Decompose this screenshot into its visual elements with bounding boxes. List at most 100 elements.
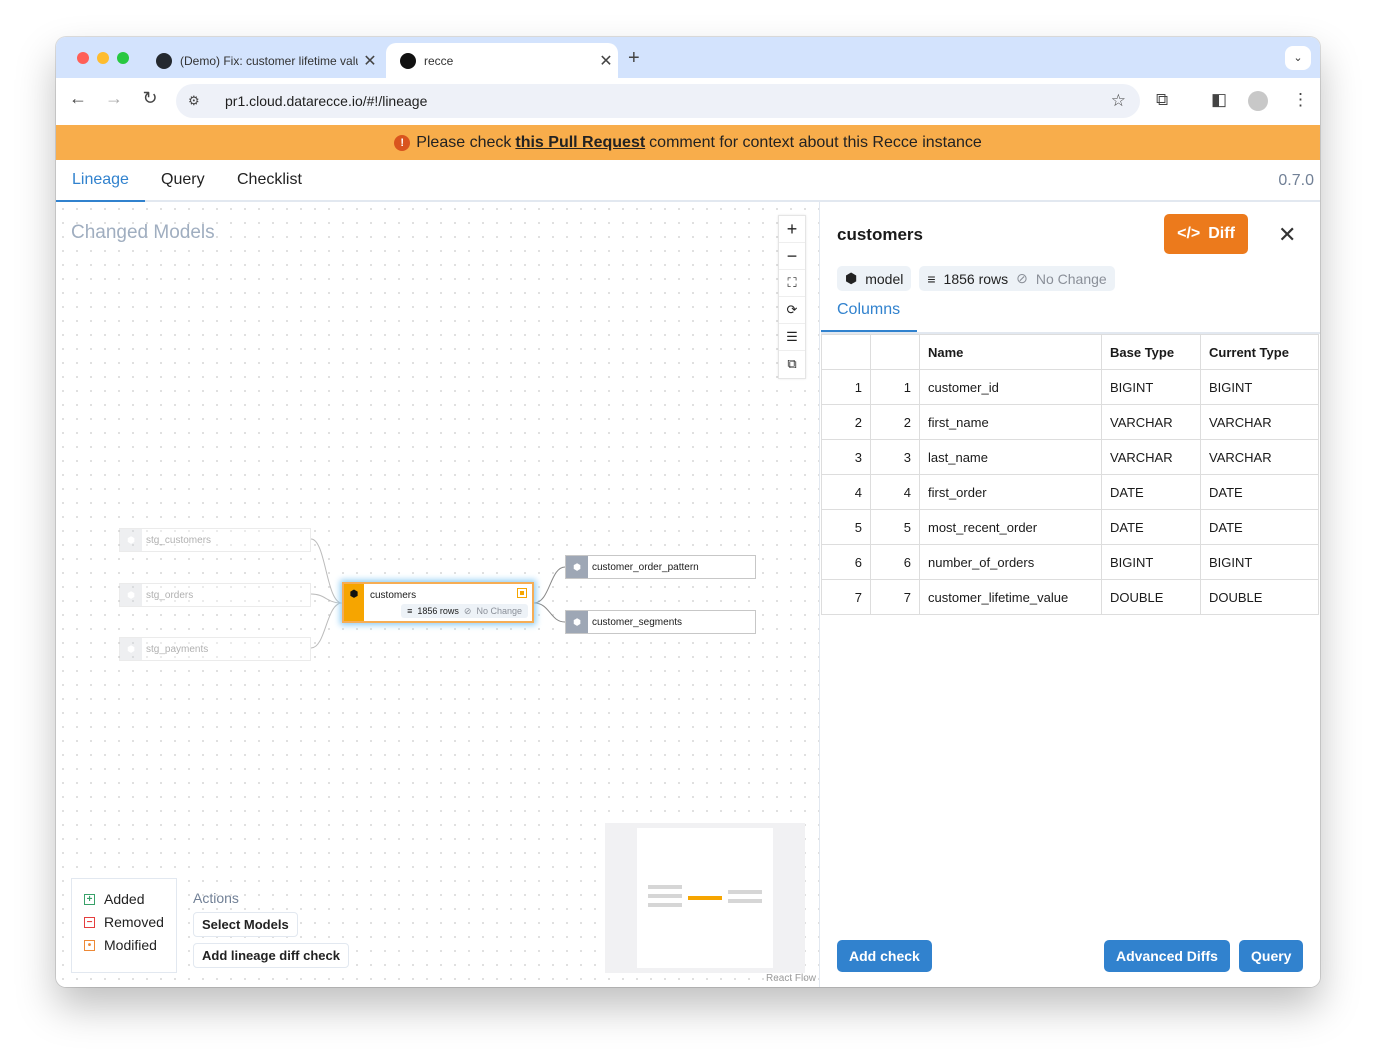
cell: 2 (870, 404, 920, 440)
tab-lineage[interactable]: Lineage (56, 160, 145, 202)
cell: 1 (870, 369, 920, 405)
cell: DATE (1200, 474, 1319, 510)
menu-icon[interactable]: ⋮ (1292, 90, 1309, 110)
cell: 1 (821, 369, 871, 405)
banner-text: comment for context about this Recce ins… (649, 133, 982, 151)
diff-button[interactable]: </> Diff (1164, 214, 1248, 254)
resource-type-tag: ⬢ model (837, 266, 912, 291)
tab-query[interactable]: Query (161, 160, 205, 202)
table-row: 1 1 customer_id BIGINT BIGINT (821, 369, 1319, 405)
lineage-canvas[interactable]: Changed Models + − ⛶ ⟳ ☰ ⧉ ⬢ stg_customer… (56, 202, 820, 987)
cell: DATE (1101, 509, 1201, 545)
cell: first_name (919, 404, 1102, 440)
cell: last_name (919, 439, 1102, 475)
cell: 4 (821, 474, 871, 510)
edge (310, 593, 343, 604)
no-change-icon: ⊘ (1016, 270, 1028, 286)
table-row: 3 3 last_name VARCHAR VARCHAR (821, 439, 1319, 475)
cell: 7 (821, 579, 871, 615)
address-bar[interactable]: ⚙ pr1.cloud.datarecce.io/#!/lineage ☆ (176, 84, 1140, 118)
minimap-node (648, 885, 682, 889)
node-customer-order-pattern[interactable]: ⬢ customer_order_pattern (565, 555, 756, 579)
model-cube-icon: ⬢ (566, 556, 588, 578)
browser-tab-github[interactable]: (Demo) Fix: customer lifetime value ✕ (142, 43, 382, 78)
minimap-node (728, 890, 762, 894)
bookmark-star-icon[interactable]: ☆ (1111, 91, 1126, 111)
edge (310, 602, 343, 649)
advanced-diffs-button[interactable]: Advanced Diffs (1104, 940, 1230, 972)
column-header: Name (919, 334, 1102, 370)
cell: customer_id (919, 369, 1102, 405)
site-settings-icon[interactable]: ⚙ (188, 93, 206, 109)
profile-avatar[interactable] (1248, 91, 1268, 111)
query-button[interactable]: Query (1239, 940, 1304, 972)
node-customer-segments[interactable]: ⬢ customer_segments (565, 610, 756, 634)
maximize-window-dot[interactable] (117, 52, 129, 64)
actions-label: Actions (193, 890, 239, 906)
minimap-node (688, 896, 722, 900)
version-label: 0.7.0 (1278, 172, 1314, 189)
close-tab-icon[interactable]: ✕ (594, 51, 618, 71)
node-label: customer_segments (592, 616, 683, 628)
cell: BIGINT (1200, 544, 1319, 580)
cell: 3 (821, 439, 871, 475)
row-count-tag: ≡ 1856 rows ⊘ No Change (919, 266, 1115, 291)
close-window-dot[interactable] (77, 52, 89, 64)
close-icon[interactable]: ✕ (1278, 222, 1296, 248)
recce-logo-icon (400, 52, 416, 69)
tab-search-icon[interactable]: ⌄ (1285, 46, 1311, 70)
cell: BIGINT (1101, 369, 1201, 405)
minimap[interactable] (605, 823, 805, 973)
model-cube-icon: ⬢ (120, 638, 142, 660)
modified-icon (517, 588, 527, 598)
react-flow-attribution[interactable]: React Flow (766, 973, 816, 984)
info-icon: ! (394, 134, 411, 151)
pull-request-link[interactable]: this Pull Request (515, 134, 645, 152)
cell: VARCHAR (1200, 404, 1319, 440)
rows-icon: ≡ (407, 606, 413, 616)
add-lineage-diff-check-button[interactable]: Add lineage diff check (193, 943, 349, 968)
column-header: Current Type (1200, 334, 1319, 370)
cell: 5 (821, 509, 871, 545)
cell: DATE (1101, 474, 1201, 510)
cell: DATE (1200, 509, 1319, 545)
add-check-button[interactable]: Add check (837, 940, 932, 972)
tab-bar: (Demo) Fix: customer lifetime value ✕ re… (56, 37, 1320, 78)
node-stg-payments[interactable]: ⬢ stg_payments (119, 637, 311, 661)
cell: VARCHAR (1200, 439, 1319, 475)
node-label: customer_order_pattern (592, 561, 699, 573)
tab-columns[interactable]: Columns (821, 298, 917, 332)
minimap-node (648, 894, 682, 898)
code-icon: </> (1177, 225, 1201, 242)
table-row: 4 4 first_order DATE DATE (821, 474, 1319, 510)
side-panel-icon[interactable]: ◧ (1211, 90, 1227, 110)
node-stg-customers[interactable]: ⬢ stg_customers (119, 528, 311, 552)
panel-title: customers (837, 225, 923, 244)
reload-icon[interactable]: ↻ (136, 88, 164, 109)
node-label: stg_payments (146, 643, 209, 655)
tab-checklist[interactable]: Checklist (237, 160, 302, 202)
browser-toolbar: ← → ↻ ⚙ pr1.cloud.datarecce.io/#!/lineag… (56, 78, 1320, 125)
extensions-icon[interactable]: ⧉ (1156, 90, 1168, 110)
back-icon[interactable]: ← (64, 88, 92, 109)
select-models-button[interactable]: Select Models (193, 912, 298, 937)
close-tab-icon[interactable]: ✕ (358, 51, 382, 71)
model-cube-icon: ⬢ (344, 584, 364, 621)
url-text: pr1.cloud.datarecce.io/#!/lineage (225, 93, 428, 109)
tag-label: 1856 rows (943, 270, 1009, 287)
cell: customer_lifetime_value (919, 579, 1102, 615)
node-customers[interactable]: ⬢ customers ≡ 1856 rows ⊘ No Change (342, 582, 534, 623)
edge (310, 538, 343, 604)
legend-modified: • Modified (84, 937, 176, 953)
node-label: stg_orders (146, 589, 194, 601)
cell: 7 (870, 579, 920, 615)
new-tab-icon[interactable]: + (628, 47, 640, 70)
minimize-window-dot[interactable] (97, 52, 109, 64)
tag-status: No Change (1035, 270, 1107, 287)
row-status: No Change (476, 606, 522, 616)
browser-tab-recce[interactable]: recce ✕ (386, 43, 618, 78)
cell: most_recent_order (919, 509, 1102, 545)
forward-icon[interactable]: → (100, 88, 128, 109)
node-stg-orders[interactable]: ⬢ stg_orders (119, 583, 311, 607)
minimap-node (728, 899, 762, 903)
